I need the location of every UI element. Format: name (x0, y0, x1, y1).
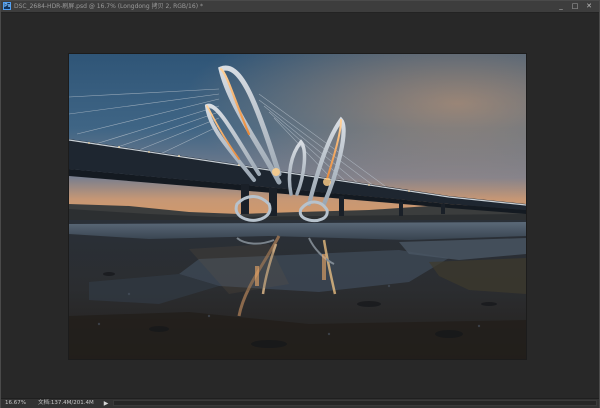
minimize-button[interactable]: _ (554, 1, 568, 11)
title-bar[interactable]: Ps DSC_2684-HDR-刷屏.psd @ 16.7% (Longdong… (1, 1, 599, 13)
bridge-photo-image (69, 54, 526, 359)
document-canvas[interactable] (69, 54, 526, 359)
photoshop-app-icon: Ps (3, 2, 11, 10)
maximize-button[interactable]: □ (568, 1, 582, 11)
horizontal-scrollbar[interactable] (113, 400, 597, 406)
canvas-workspace[interactable] (2, 13, 598, 398)
document-size-info: 文档:137.4M/201.4M (38, 400, 94, 406)
photoshop-document-window: Ps DSC_2684-HDR-刷屏.psd @ 16.7% (Longdong… (0, 0, 600, 408)
close-button[interactable]: ✕ (582, 1, 596, 11)
status-menu-arrow-icon[interactable]: ▶ (102, 399, 110, 408)
document-title: DSC_2684-HDR-刷屏.psd @ 16.7% (Longdong 拷贝… (14, 3, 203, 10)
zoom-level-field[interactable]: 16.67% (5, 399, 26, 408)
status-bar: 16.67% 文档:137.4M/201.4M ▶ (1, 398, 599, 408)
